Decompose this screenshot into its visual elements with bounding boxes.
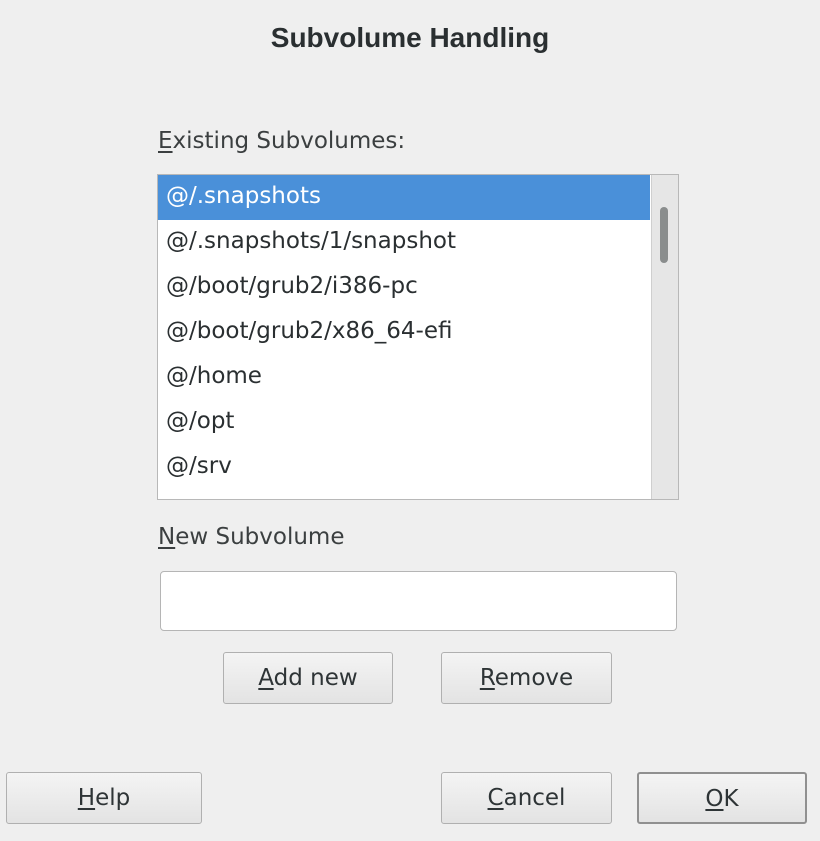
list-item-0[interactable]: @/.snapshots (158, 175, 650, 220)
list-item-5[interactable]: @/opt (158, 400, 650, 445)
dialog-title: Subvolume Handling (270, 22, 550, 53)
list-items: @/.snapshots @/.snapshots/1/snapshot @/b… (158, 175, 650, 490)
scrollbar-thumb[interactable] (660, 207, 668, 263)
new-subvolume-label-text: ew Subvolume (175, 524, 345, 550)
remove-mnemonic: R (479, 665, 495, 691)
new-subvolume-label: New Subvolume (158, 524, 344, 550)
cancel-label: ancel (503, 785, 566, 811)
cancel-button[interactable]: Cancel (441, 772, 612, 824)
new-subvolume-mnemonic: N (158, 524, 176, 550)
remove-button[interactable]: Remove (441, 652, 612, 704)
existing-subvolumes-list[interactable]: @/.snapshots @/.snapshots/1/snapshot @/b… (157, 174, 679, 500)
help-button[interactable]: Help (6, 772, 202, 824)
help-mnemonic: H (77, 785, 96, 811)
ok-mnemonic: O (705, 786, 724, 812)
new-subvolume-input[interactable] (160, 571, 677, 631)
add-new-label: dd new (273, 665, 358, 691)
help-label: elp (95, 785, 131, 811)
list-item-3[interactable]: @/boot/grub2/x86_64-efi (158, 310, 650, 355)
list-item-1[interactable]: @/.snapshots/1/snapshot (158, 220, 650, 265)
ok-button[interactable]: OK (637, 772, 807, 824)
existing-subvolumes-label: Existing Subvolumes: (158, 128, 405, 154)
add-new-mnemonic: A (258, 665, 274, 691)
remove-label: emove (494, 665, 574, 691)
list-item-4[interactable]: @/home (158, 355, 650, 400)
list-item-6[interactable]: @/srv (158, 445, 650, 490)
add-new-button[interactable]: Add new (223, 652, 393, 704)
existing-subvolumes-mnemonic: E (158, 128, 173, 154)
list-scrollbar[interactable] (651, 175, 678, 499)
cancel-mnemonic: C (487, 785, 504, 811)
ok-label: K (723, 786, 739, 812)
existing-subvolumes-label-text: xisting Subvolumes: (172, 128, 406, 154)
list-item-2[interactable]: @/boot/grub2/i386-pc (158, 265, 650, 310)
